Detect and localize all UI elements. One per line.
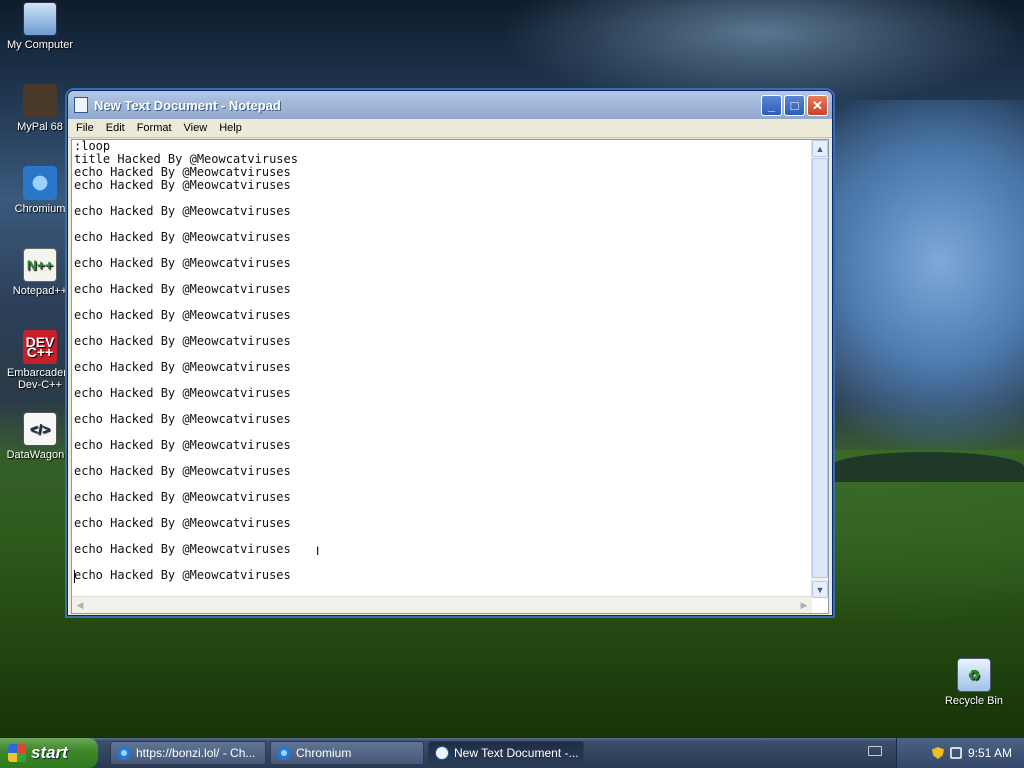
maximize-button[interactable]: □: [784, 95, 805, 116]
window-title: New Text Document - Notepad: [94, 97, 281, 113]
clock[interactable]: 9:51 AM: [968, 746, 1012, 760]
chromium-icon: [23, 166, 57, 200]
system-tray: 9:51 AM: [896, 738, 1024, 768]
desktop-icon-label: My Computer: [6, 39, 74, 51]
windows-logo-icon: [8, 744, 26, 762]
scroll-down-arrow-icon[interactable]: ▼: [812, 581, 828, 598]
dev-cpp-icon: DEV C++: [23, 330, 57, 364]
text-caret: [74, 570, 75, 583]
scroll-right-arrow-icon[interactable]: ▶: [796, 597, 812, 613]
keyboard-icon[interactable]: [868, 746, 882, 756]
horizontal-scrollbar[interactable]: ◀ ▶: [72, 596, 812, 613]
menu-bar: File Edit Format View Help: [68, 119, 832, 138]
scroll-up-arrow-icon[interactable]: ▲: [812, 140, 828, 157]
menu-help[interactable]: Help: [213, 122, 248, 134]
document-text[interactable]: :loop title Hacked By @Meowcatviruses ec…: [74, 140, 810, 596]
start-button[interactable]: start: [0, 738, 98, 768]
computer-icon: [23, 2, 57, 36]
start-label: start: [31, 743, 68, 762]
taskbar-item-notepad[interactable]: New Text Document -...: [428, 741, 584, 765]
menu-view[interactable]: View: [178, 122, 214, 134]
far-hills: [830, 452, 1024, 482]
close-button[interactable]: ✕: [807, 95, 828, 116]
taskbar-item-label: https://bonzi.lol/ - Ch...: [136, 746, 256, 760]
notepad-icon: [74, 97, 88, 113]
taskbar-item-chromium[interactable]: Chromium: [270, 741, 424, 765]
menu-edit[interactable]: Edit: [100, 122, 131, 134]
network-icon[interactable]: [949, 747, 962, 759]
notepad-plus-plus-icon: N++: [23, 248, 57, 282]
ibeam-cursor-icon: I: [316, 544, 320, 558]
file-icon: </>: [23, 412, 57, 446]
title-bar[interactable]: New Text Document - Notepad _ □ ✕: [68, 91, 832, 119]
notepad-window[interactable]: New Text Document - Notepad _ □ ✕ File E…: [67, 90, 833, 616]
minimize-button[interactable]: _: [761, 95, 782, 116]
taskbar-item-label: Chromium: [296, 746, 352, 760]
security-shield-icon[interactable]: [931, 747, 944, 759]
scrollbar-thumb[interactable]: [812, 158, 828, 578]
desktop-icon-label: Recycle Bin: [944, 695, 1004, 707]
scroll-left-arrow-icon[interactable]: ◀: [72, 597, 88, 613]
mypal-icon: [23, 84, 57, 118]
taskbar: start https://bonzi.lol/ - Ch... Chromiu…: [0, 738, 1024, 768]
taskbar-item-label: New Text Document -...: [454, 746, 579, 760]
chrome-icon: [277, 746, 291, 760]
chrome-icon: [117, 746, 131, 760]
menu-format[interactable]: Format: [131, 122, 178, 134]
desktop-icon-recycle-bin[interactable]: ♻ Recycle Bin: [934, 658, 1014, 707]
desktop-icon-my-computer[interactable]: My Computer: [0, 2, 80, 51]
taskbar-item-bonzi[interactable]: https://bonzi.lol/ - Ch...: [110, 741, 266, 765]
notepad-icon: [435, 746, 449, 760]
text-editor[interactable]: :loop title Hacked By @Meowcatviruses ec…: [71, 139, 829, 614]
recycle-bin-icon: ♻: [957, 658, 991, 692]
menu-file[interactable]: File: [70, 122, 100, 134]
vertical-scrollbar[interactable]: ▲ ▼: [811, 140, 828, 598]
